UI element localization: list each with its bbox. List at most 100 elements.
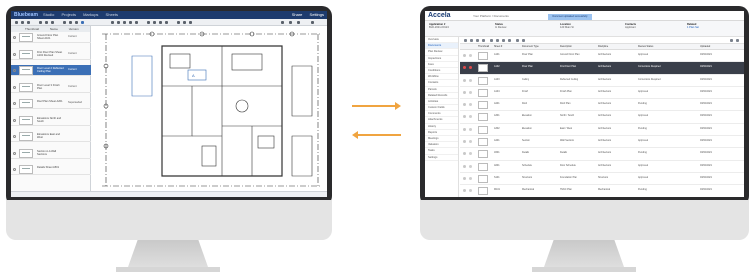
table-row[interactable]: A102 Floor Plan First Floor Plan Architectu…: [460, 62, 744, 75]
tool-icon[interactable]: [153, 21, 156, 24]
checkbox-icon[interactable]: [463, 115, 466, 119]
checkbox-icon[interactable]: [463, 78, 466, 82]
sheet-row[interactable]: Elevations East and West: [11, 131, 91, 142]
left-tab[interactable]: Sheets: [106, 12, 118, 17]
sheet-row[interactable]: Elevations North and South: [11, 115, 91, 126]
sheet-row[interactable]: Details Sheet A501: [11, 164, 91, 175]
left-tab[interactable]: Markups: [83, 12, 98, 17]
tool-icon[interactable]: [730, 39, 733, 42]
table-row[interactable]: A201 Roof Roof Plan Architectural Pending 03/…: [460, 99, 744, 112]
tool-icon[interactable]: [63, 21, 66, 24]
radio-icon[interactable]: [13, 118, 16, 122]
checkbox-icon[interactable]: [463, 54, 466, 57]
sheet-row[interactable]: Roof Plan Sheet A201 Superseded: [11, 98, 91, 109]
tool-icon[interactable]: [177, 21, 180, 24]
radio-icon[interactable]: [13, 52, 16, 56]
tool-icon[interactable]: [502, 39, 505, 42]
radio-icon[interactable]: [13, 168, 16, 171]
table-row[interactable]: S101 Structural Foundation Plan Structural A…: [460, 173, 744, 186]
tool-icon[interactable]: [27, 21, 30, 24]
tool-icon[interactable]: [183, 21, 186, 24]
tool-icon[interactable]: [482, 39, 485, 42]
tool-icon[interactable]: [297, 21, 300, 24]
checkbox-icon[interactable]: [463, 140, 466, 144]
radio-icon[interactable]: [13, 102, 16, 105]
tool-icon[interactable]: [69, 21, 72, 24]
cell-type: Elevation: [522, 114, 532, 118]
sheet-row[interactable]: First Floor Plan Sheet A102 Revised Curre…: [11, 49, 91, 60]
tool-icon[interactable]: [311, 21, 314, 24]
left-app-brand: Bluebeam: [14, 12, 38, 18]
tool-icon[interactable]: [159, 21, 162, 24]
radio-icon[interactable]: [13, 151, 16, 155]
tool-icon[interactable]: [129, 21, 132, 24]
sheet-row[interactable]: Section A-A Wall Sections: [11, 148, 91, 159]
nav-item[interactable]: Settings: [425, 155, 458, 161]
radio-icon[interactable]: [13, 69, 16, 72]
tool-icon[interactable]: [39, 21, 42, 24]
tool-icon[interactable]: [508, 39, 511, 42]
table-row[interactable]: A103 Ceiling Reflected Ceiling Architectura…: [460, 75, 744, 87]
radio-icon[interactable]: [13, 135, 16, 138]
sheet-row[interactable]: Ground Floor Plan Sheet A101 Current: [11, 32, 91, 43]
tool-icon[interactable]: [45, 21, 48, 24]
left-tab[interactable]: Projects: [62, 12, 76, 17]
checkbox-icon[interactable]: [463, 103, 466, 107]
checkbox-icon[interactable]: [463, 164, 466, 168]
tool-icon[interactable]: [123, 21, 126, 24]
column-header[interactable]: Name: [50, 27, 58, 31]
checkbox-icon[interactable]: [463, 189, 466, 193]
column-header[interactable]: Thumbnail: [25, 27, 39, 31]
table-row[interactable]: A301 Elevation North / South Architectural A…: [460, 111, 744, 124]
checkbox-icon[interactable]: [463, 90, 466, 94]
tool-icon[interactable]: [111, 21, 114, 24]
tool-icon[interactable]: [281, 21, 284, 24]
tool-icon[interactable]: [51, 21, 54, 24]
summary-value[interactable]: 1 Plan Set: [687, 26, 699, 29]
sheet-thumbnail: [19, 66, 33, 75]
tool-icon[interactable]: [464, 39, 467, 42]
tool-icon[interactable]: [165, 21, 168, 24]
breadcrumb[interactable]: Your Platform / Documents: [473, 14, 509, 18]
tool-icon[interactable]: [189, 21, 192, 24]
tool-icon[interactable]: [117, 21, 120, 24]
tool-icon[interactable]: [147, 21, 150, 24]
tool-icon[interactable]: [490, 39, 493, 42]
cell-date: 03/02/2021: [700, 65, 712, 69]
tool-icon[interactable]: [736, 39, 739, 42]
table-row[interactable]: A501 Details Details Architectural Pending 03…: [460, 148, 744, 161]
column-header[interactable]: Version: [69, 27, 79, 31]
table-row[interactable]: M101 Mechanical HVAC Plan Mechanical Pending…: [460, 185, 744, 197]
checkbox-icon[interactable]: [463, 176, 466, 180]
sheet-row[interactable]: Floor Level 2 Reflected Ceiling Plan Curr…: [11, 65, 91, 76]
tool-icon[interactable]: [15, 21, 18, 24]
tool-icon[interactable]: [135, 21, 138, 24]
checkbox-icon[interactable]: [463, 127, 466, 131]
tool-icon[interactable]: [289, 21, 292, 24]
tool-icon[interactable]: [75, 21, 78, 24]
share-button[interactable]: Share: [292, 12, 303, 17]
tool-icon[interactable]: [516, 39, 519, 42]
tool-icon[interactable]: [476, 39, 479, 42]
tool-icon[interactable]: [470, 39, 473, 42]
tool-icon[interactable]: [522, 39, 525, 42]
sheet-thumbnail: [19, 82, 33, 92]
document-thumbnail: [478, 125, 488, 134]
settings-button[interactable]: Settings: [310, 12, 324, 17]
checkbox-icon[interactable]: [463, 66, 466, 70]
tool-icon[interactable]: [21, 21, 24, 24]
table-row[interactable]: A302 Elevation East / West Architectural Pen…: [460, 124, 744, 137]
tool-icon[interactable]: [81, 21, 84, 24]
checkbox-icon[interactable]: [463, 152, 466, 156]
table-row[interactable]: A601 Schedule Door Schedule Architectural Ap…: [460, 161, 744, 173]
sheet-row[interactable]: Floor Level 3 Finish Plan Current: [11, 82, 91, 93]
tool-icon[interactable]: [496, 39, 499, 42]
table-row[interactable]: A101 Floor Plan Ground Floor Plan Architect…: [460, 50, 744, 63]
radio-icon[interactable]: [13, 36, 16, 39]
cell-desc: First Floor Plan: [560, 65, 577, 69]
floor-plan-canvas[interactable]: A: [92, 26, 327, 191]
left-tab[interactable]: Studio: [43, 12, 54, 17]
radio-icon[interactable]: [13, 85, 16, 89]
table-row[interactable]: A401 Section Wall Sections Architectural App…: [460, 136, 744, 149]
table-row[interactable]: A104 Finish Finish Plan Architectural Approv…: [460, 87, 744, 100]
